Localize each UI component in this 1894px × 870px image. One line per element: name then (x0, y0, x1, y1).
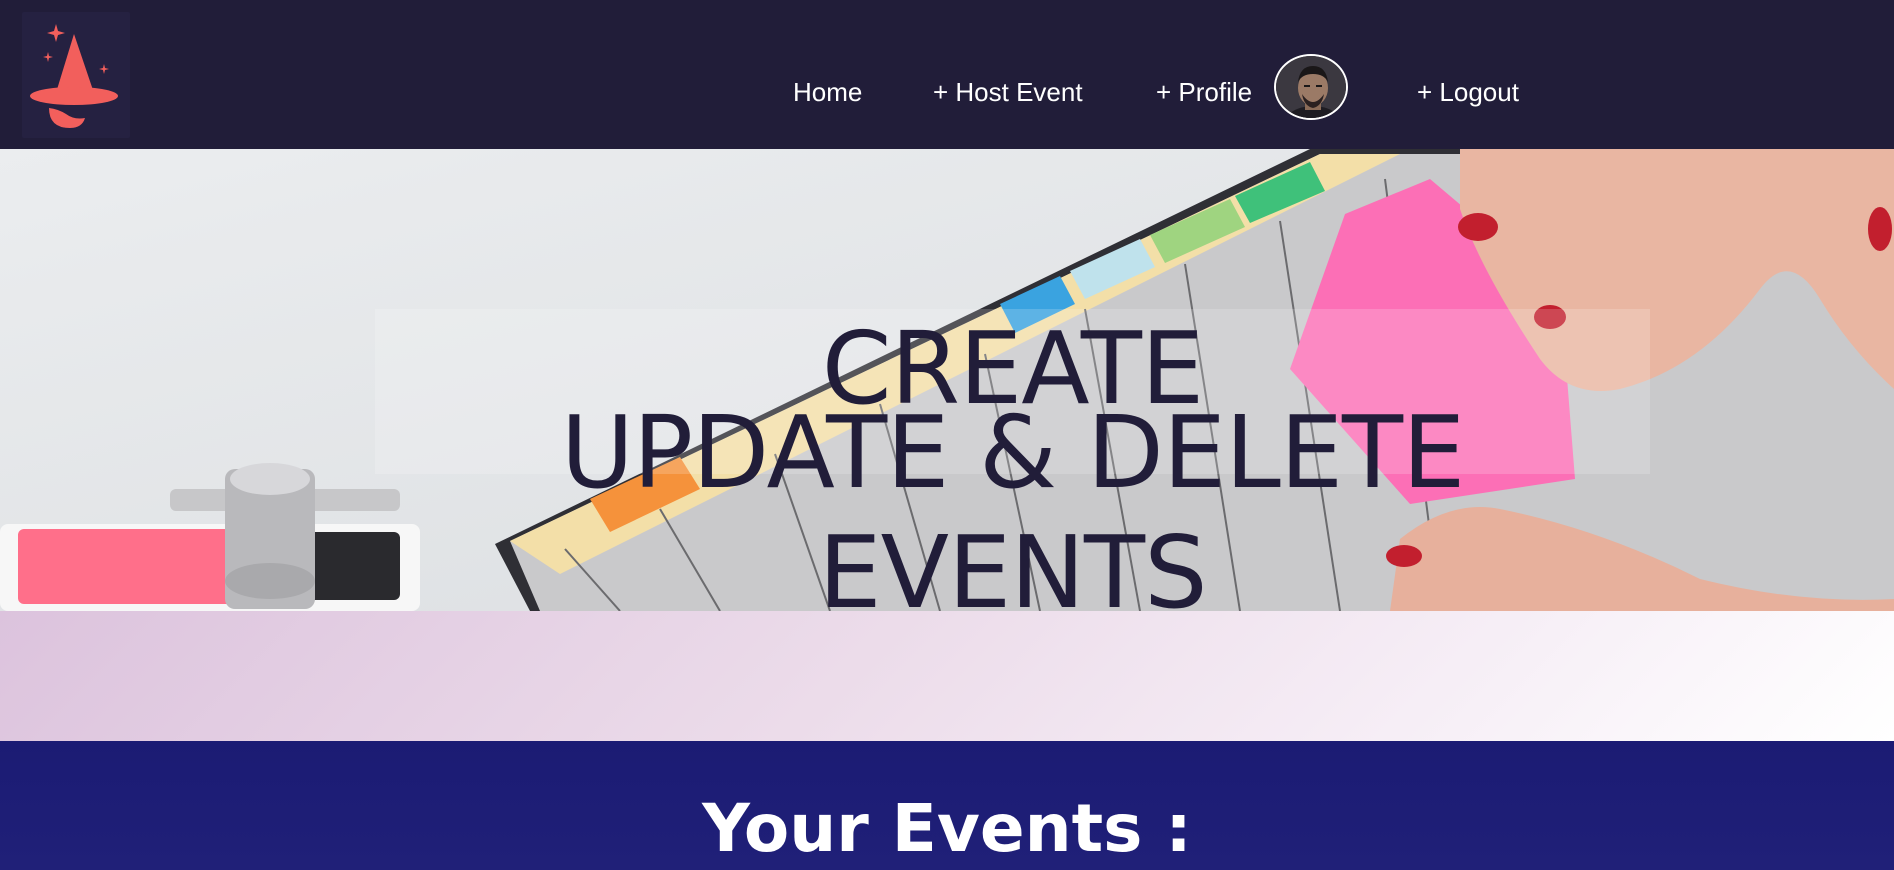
events-section: Your Events : (0, 741, 1894, 870)
avatar[interactable] (1274, 54, 1348, 120)
user-avatar (1276, 56, 1346, 118)
nav-logout-link[interactable]: + Logout (1417, 72, 1519, 112)
events-heading: Your Events : (702, 790, 1192, 867)
hero-title-line-2: UPDATE & DELETE EVENTS (560, 394, 1466, 611)
logo[interactable] (22, 12, 130, 138)
hero-title: CREATE UPDATE & DELETE EVENTS (375, 309, 1650, 611)
nav-home-link[interactable]: Home (793, 72, 862, 112)
wizard-hat-icon (30, 24, 118, 128)
nav-profile-link[interactable]: + Profile (1156, 72, 1252, 112)
nav-host-event-link[interactable]: + Host Event (933, 72, 1083, 112)
navbar: Home + Host Event + Profile + Logout (0, 0, 1894, 149)
gradient-divider (0, 611, 1894, 741)
hero-banner: CREATE UPDATE & DELETE EVENTS (0, 149, 1894, 611)
